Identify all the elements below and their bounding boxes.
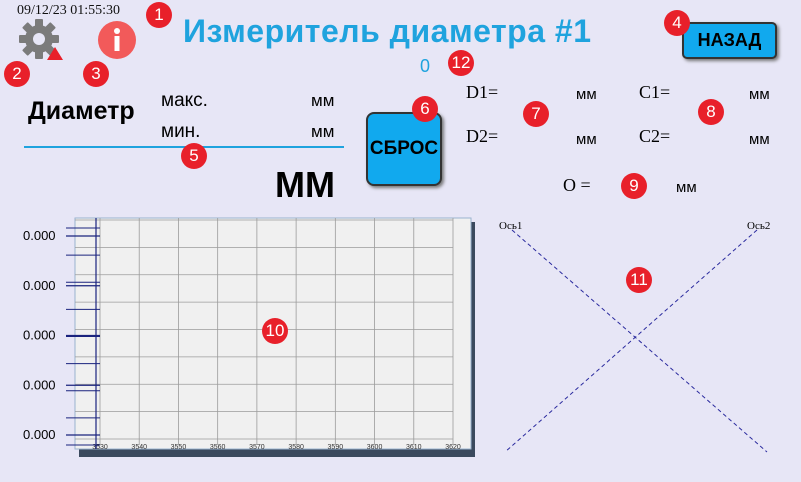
badge-7: 7: [523, 101, 549, 127]
o-unit: мм: [676, 179, 697, 196]
diameter-unit-large: ММ: [275, 164, 335, 205]
x-tick-label: 3570: [249, 444, 265, 451]
badge-10: 10: [262, 318, 288, 344]
badge-11: 11: [626, 267, 652, 293]
min-unit: мм: [311, 122, 335, 141]
y-tick-label: 0.000: [23, 377, 56, 392]
d1-label: D1=: [466, 82, 499, 102]
badge-3: 3: [83, 61, 109, 87]
x-tick-label: 3580: [288, 444, 304, 451]
c2-label: C2=: [639, 126, 671, 146]
y-tick-label: 0.000: [23, 278, 56, 293]
c1-unit: мм: [749, 86, 770, 103]
badge-6: 6: [412, 96, 438, 122]
max-unit: мм: [311, 91, 335, 110]
y-tick-label: 0.000: [23, 328, 56, 343]
y-tick-label: 0.000: [23, 427, 56, 442]
badge-2: 2: [4, 61, 30, 87]
back-button[interactable]: НАЗАД: [682, 22, 777, 59]
axis1-line: [511, 229, 768, 453]
axis2-label: Ось2: [747, 220, 771, 232]
badge-12: 12: [448, 50, 474, 76]
d1-unit: мм: [576, 86, 597, 103]
c1-label: C1=: [639, 82, 671, 102]
reset-button[interactable]: СБРОС: [366, 112, 442, 186]
badge-5: 5: [181, 143, 207, 169]
max-label: макс.: [161, 90, 208, 111]
x-tick-label: 3590: [328, 444, 344, 451]
d2-unit: мм: [576, 131, 597, 148]
trend-chart: 3530 3540 3550 3560 3570 3580 3590 3600 3610 3620…: [0, 210, 480, 460]
o-label: O =: [563, 175, 591, 195]
x-tick-label: 3540: [131, 444, 147, 451]
counter-value: 0: [420, 56, 431, 76]
axis-diagram: Ось1 Ось2: [497, 220, 772, 455]
axis1-label: Ось1: [499, 220, 523, 232]
badge-9: 9: [621, 173, 647, 199]
badge-8: 8: [698, 99, 724, 125]
page-title: Измеритель диаметра #1: [183, 13, 592, 49]
diameter-label: Диаметр: [28, 97, 135, 125]
x-tick-label: 3550: [171, 444, 187, 451]
y-tick-label: 0.000: [23, 228, 56, 243]
badge-4: 4: [664, 10, 690, 36]
c2-unit: мм: [749, 131, 770, 148]
min-label: мин.: [161, 121, 201, 142]
x-tick-label: 3620: [445, 444, 461, 451]
badge-1: 1: [146, 2, 172, 28]
axis2-line: [504, 229, 758, 453]
x-tick-label: 3600: [367, 444, 383, 451]
x-tick-label: 3610: [406, 444, 422, 451]
info-icon[interactable]: [97, 20, 137, 60]
settings-gear-icon[interactable]: [17, 17, 65, 61]
d2-label: D2=: [466, 126, 499, 146]
x-tick-label: 3560: [210, 444, 226, 451]
